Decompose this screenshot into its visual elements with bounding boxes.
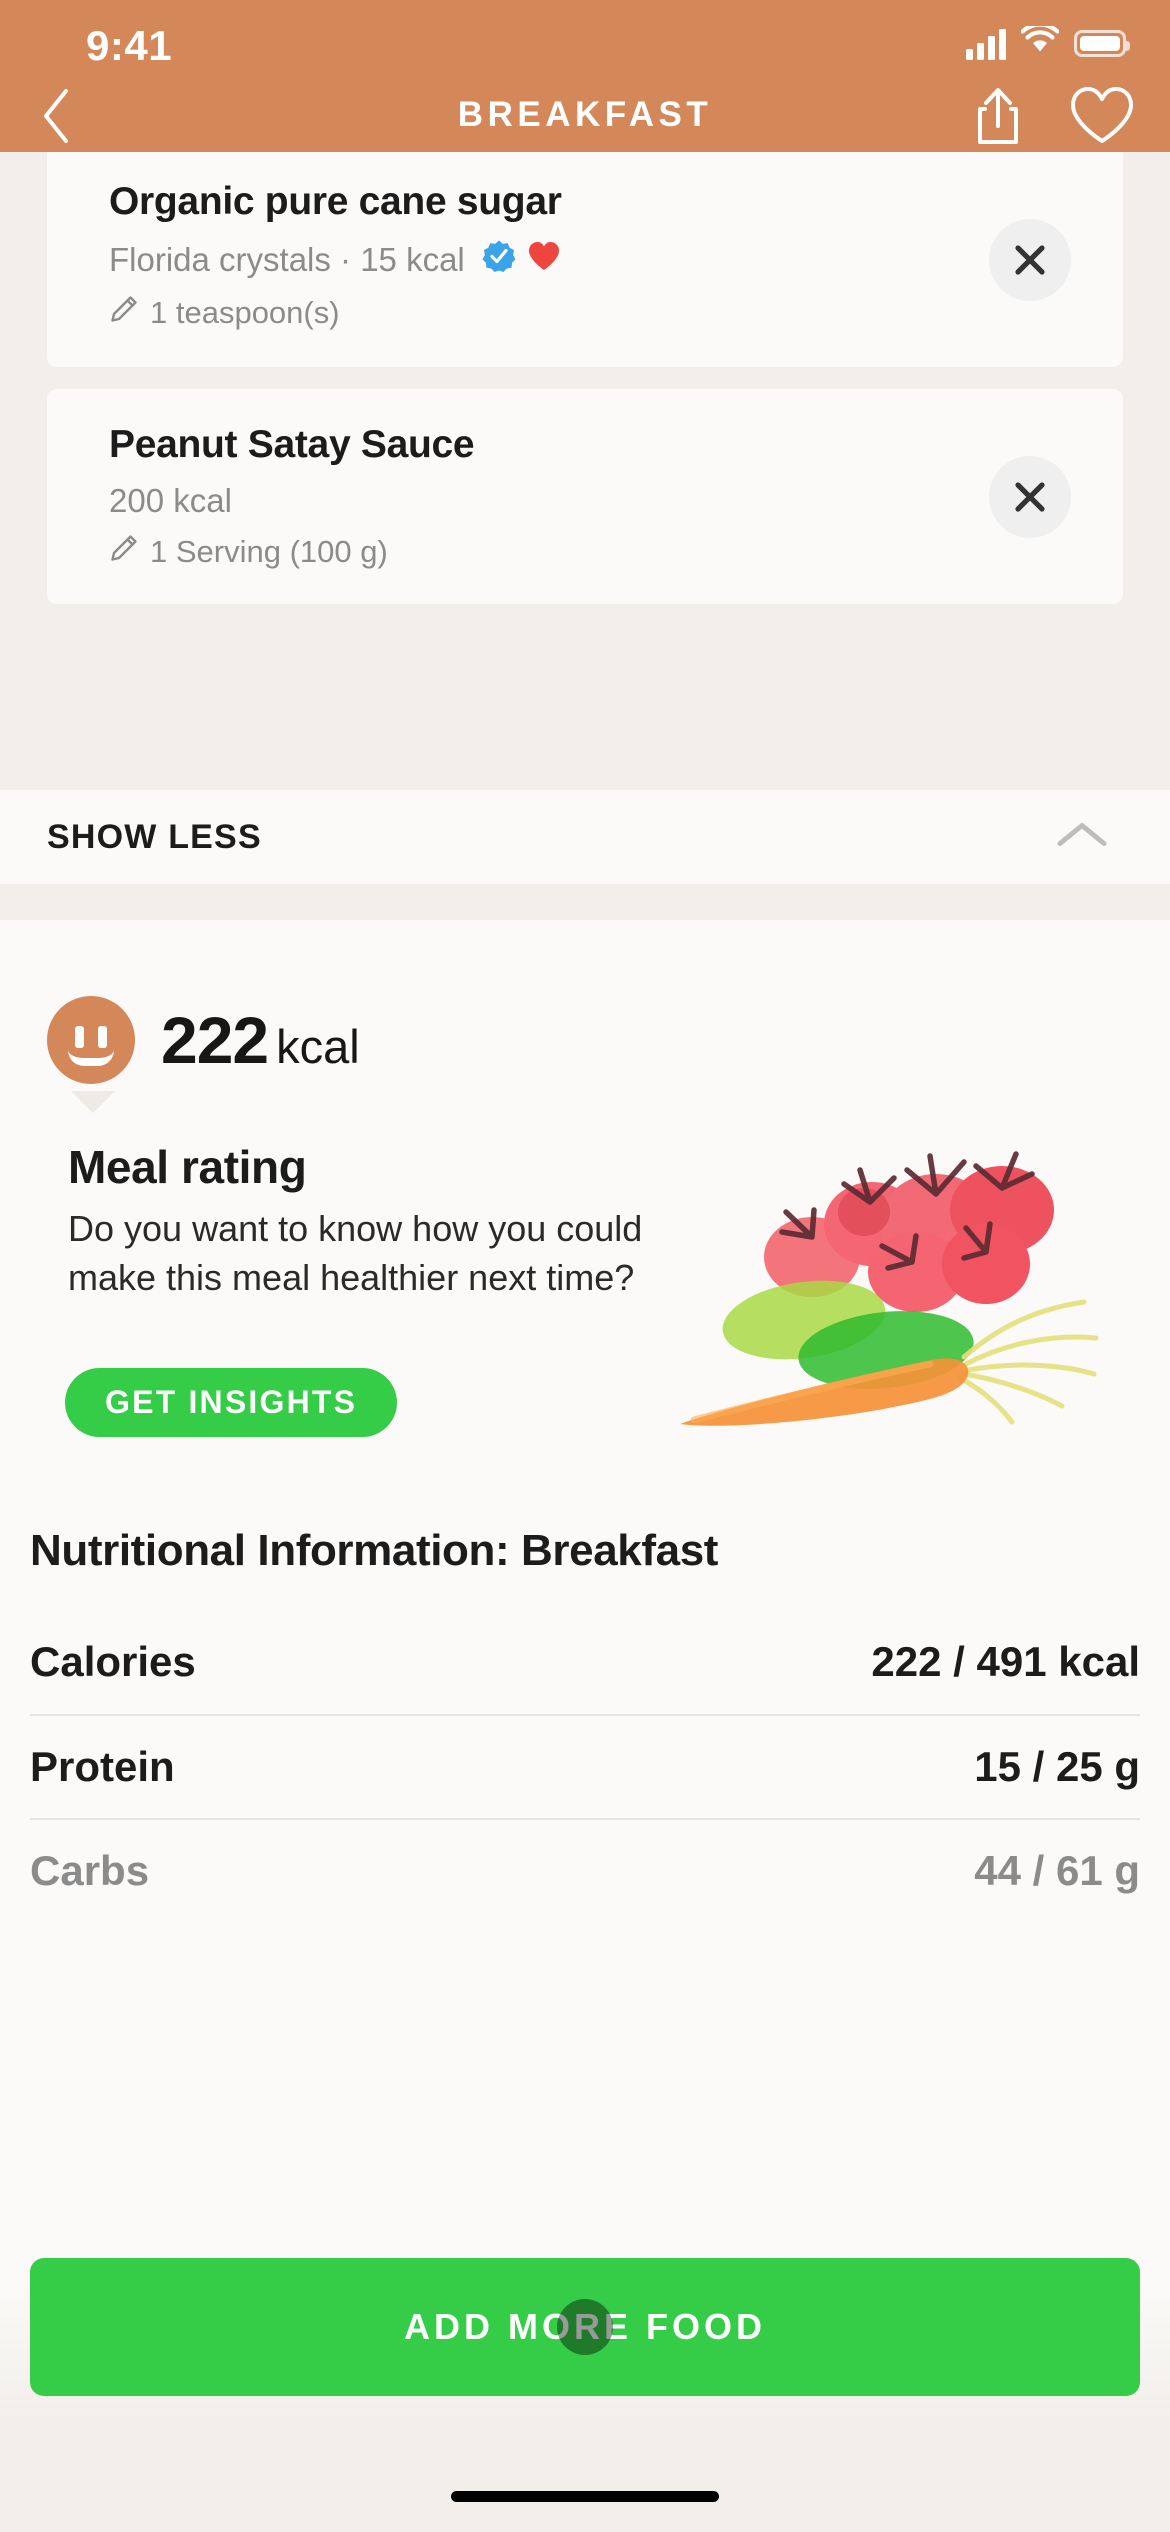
heart-filled-icon <box>527 240 561 280</box>
food-item-serving: 1 teaspoon(s) <box>150 295 340 330</box>
tooltip-pointer <box>71 1091 115 1113</box>
show-less-toggle[interactable]: SHOW LESS <box>0 790 1170 884</box>
table-row: Protein 15 / 25 g <box>30 1714 1140 1818</box>
neutral-face-icon <box>47 996 135 1084</box>
nutrition-value: 222 / 491 kcal <box>871 1638 1140 1685</box>
wifi-icon <box>1020 22 1060 61</box>
get-insights-button[interactable]: GET INSIGHTS <box>65 1368 398 1437</box>
calorie-total-value: 222 <box>161 1003 269 1077</box>
nutrition-value: 44 / 61 g <box>974 1847 1140 1894</box>
food-item-subtitle-row: 200 kcal <box>109 482 1123 520</box>
food-item-subtitle: Florida crystals · 15 kcal <box>109 241 465 278</box>
share-icon[interactable] <box>966 84 1030 148</box>
status-bar-time: 9:41 <box>86 22 173 69</box>
show-less-label: SHOW LESS <box>47 817 262 856</box>
nutrition-label: Calories <box>30 1638 196 1685</box>
remove-food-button[interactable] <box>989 455 1071 538</box>
remove-food-button[interactable] <box>989 218 1071 301</box>
navigation-bar: BREAKFAST <box>0 78 1170 152</box>
app-screen: 9:41 BREAKFAST Organic pure cane sugar F… <box>0 0 1170 2532</box>
calorie-total-unit: kcal <box>276 1020 360 1073</box>
close-x-icon <box>1015 481 1045 512</box>
meal-rating-title: Meal rating <box>68 1141 307 1193</box>
table-row: Carbs 44 / 61 g <box>30 1818 1140 1922</box>
battery-icon <box>1074 30 1130 57</box>
food-list-item[interactable]: Organic pure cane sugar Florida crystals… <box>47 152 1123 367</box>
close-x-icon <box>1015 244 1045 275</box>
food-item-serving-row[interactable]: 1 teaspoon(s) <box>109 294 1123 332</box>
food-item-subtitle-row: Florida crystals · 15 kcal <box>109 239 1123 281</box>
food-item-list: Organic pure cane sugar Florida crystals… <box>0 152 1170 626</box>
app-header: 9:41 BREAKFAST <box>0 0 1170 152</box>
meal-rating-card: Meal rating Do you want to know how you … <box>0 1140 1170 1480</box>
status-bar: 9:41 <box>0 0 1170 78</box>
tap-indicator-dot <box>557 2299 613 2355</box>
vegetables-watercolor-illustration <box>680 1151 1099 1426</box>
heart-outline-icon[interactable] <box>1068 84 1136 152</box>
nutrition-table: Calories 222 / 491 kcal Protein 15 / 25 … <box>30 1610 1140 1922</box>
food-item-name: Organic pure cane sugar <box>109 180 562 223</box>
verified-check-icon <box>482 239 516 281</box>
meal-rating-description: Do you want to know how you could make t… <box>68 1208 643 1298</box>
food-list-item[interactable]: Peanut Satay Sauce 200 kcal 1 Serving (1… <box>47 389 1123 604</box>
status-bar-indicators <box>966 22 1130 61</box>
calorie-summary: 222 kcal <box>47 996 360 1084</box>
pencil-icon <box>109 533 139 571</box>
get-insights-label: GET INSIGHTS <box>105 1384 358 1420</box>
food-item-name: Peanut Satay Sauce <box>109 423 475 466</box>
nutrition-label: Carbs <box>30 1847 150 1894</box>
chevron-up-icon <box>1054 818 1110 857</box>
nutrition-label: Protein <box>30 1743 175 1790</box>
food-item-subtitle: 200 kcal <box>109 482 232 519</box>
nutrition-section-title: Nutritional Information: Breakfast <box>30 1526 719 1575</box>
add-more-food-button[interactable]: ADD MORE FOOD <box>30 2258 1140 2396</box>
food-item-badges <box>482 239 561 281</box>
home-indicator <box>451 2491 719 2502</box>
table-row: Calories 222 / 491 kcal <box>30 1610 1140 1714</box>
pencil-icon <box>109 294 139 332</box>
food-item-serving-row[interactable]: 1 Serving (100 g) <box>109 533 1123 571</box>
nutrition-value: 15 / 25 g <box>974 1743 1140 1790</box>
cellular-signal-icon <box>966 28 1006 60</box>
food-item-serving: 1 Serving (100 g) <box>150 534 388 569</box>
